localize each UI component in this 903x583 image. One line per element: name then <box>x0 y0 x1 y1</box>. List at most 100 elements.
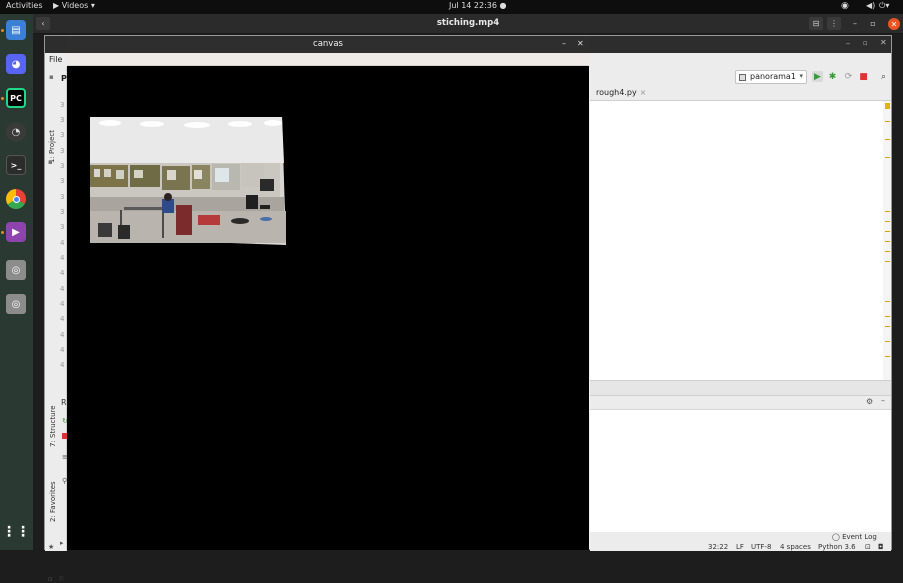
stitched-room-photo <box>90 117 286 245</box>
tab-label: rough4.py <box>596 88 637 97</box>
files-icon[interactable]: ▤ <box>6 20 26 40</box>
folder-icon: ▪ <box>48 158 53 166</box>
system-top-bar: Activities ▶ Videos ▾ Jul 14 22:36 ● ◉ ◀… <box>0 0 903 14</box>
activities-button[interactable]: Activities <box>6 1 43 10</box>
marker <box>885 241 890 242</box>
running-indicator <box>1 231 4 234</box>
show-apps-icon[interactable]: ⋮⋮ <box>2 522 30 542</box>
line-number: 3 <box>60 193 65 201</box>
line-number: 4 <box>60 315 65 323</box>
marker <box>885 341 890 342</box>
ide-minimize-icon[interactable]: – <box>846 39 850 48</box>
canvas-titlebar[interactable]: canvas – ✕ <box>67 36 589 53</box>
search-icon[interactable]: ⌕ <box>878 71 889 82</box>
menu-icon[interactable]: ⋮ <box>827 17 841 30</box>
terminal-icon[interactable]: >_ <box>6 155 26 175</box>
line-number: 4 <box>60 254 65 262</box>
marker <box>885 356 890 357</box>
app-menu[interactable]: ▶ Videos ▾ <box>53 1 95 10</box>
tab-close-icon[interactable]: × <box>640 88 647 97</box>
canvas-close-icon[interactable]: ✕ <box>577 39 584 48</box>
marker <box>885 261 890 262</box>
event-log-button[interactable]: ◯ Event Log <box>832 533 877 541</box>
ide-toolbar: panorama1 ▾ ▶ ✱ ⟳ ■ ⌕ <box>590 67 891 87</box>
structure-tool-tab[interactable]: 7: Structure <box>49 405 57 447</box>
close-icon[interactable]: ✕ <box>888 18 900 30</box>
menu-file[interactable]: File <box>49 55 62 64</box>
canvas-image-area[interactable] <box>67 66 589 550</box>
warning-marker[interactable] <box>885 103 890 109</box>
canvas-window: canvas – ✕ <box>67 36 589 550</box>
line-number: 4 <box>60 361 65 369</box>
discord-icon[interactable]: ◕ <box>6 54 26 74</box>
screenshot-icon[interactable]: ◔ <box>6 122 26 142</box>
marker <box>885 316 890 317</box>
video-title: stiching.mp4 <box>436 18 500 28</box>
stop-icon[interactable]: ■ <box>858 71 869 82</box>
canvas-title: canvas <box>313 39 343 49</box>
line-number: 4 <box>60 300 65 308</box>
favorites-tool-tab[interactable]: 2: Favorites <box>49 481 57 522</box>
discord-tray-icon[interactable]: ◉ <box>841 1 849 11</box>
folder-icon: ▪ <box>49 73 54 81</box>
canvas-minimize-icon[interactable]: – <box>562 39 566 48</box>
editor-tabs: rough4.py × <box>590 87 891 101</box>
event-log-bar: ◯ Event Log <box>590 532 891 543</box>
volume-icon[interactable]: ◀) <box>866 1 875 10</box>
line-number: 4 <box>60 285 65 293</box>
editor-scroll-markers[interactable] <box>883 101 891 380</box>
canvas-toolbar-strip <box>67 53 589 66</box>
panel-splitter[interactable] <box>590 380 891 396</box>
line-number: 4 <box>60 239 65 247</box>
hide-panel-icon[interactable]: – <box>881 396 885 405</box>
disk-icon[interactable]: ◎ <box>6 294 26 314</box>
line-number: 3 <box>60 131 65 139</box>
line-number: 3 <box>60 208 65 216</box>
ide-maximize-icon[interactable]: ▫ <box>863 39 868 47</box>
maximize-icon[interactable]: ▫ <box>866 17 880 30</box>
run-output-panel[interactable] <box>590 410 891 532</box>
videos-icon[interactable]: ▶ <box>6 222 26 242</box>
line-number: 3 <box>60 147 65 155</box>
running-indicator <box>1 97 4 100</box>
project-label: P <box>61 74 67 83</box>
coverage-icon[interactable]: ⟳ <box>843 71 854 82</box>
gear-icon[interactable]: ⚙ <box>866 397 873 406</box>
ide-close-icon[interactable]: ✕ <box>880 38 887 47</box>
marker <box>885 251 890 252</box>
video-player-header: ‹ stiching.mp4 ⊟ ⋮ – ▫ ✕ <box>33 14 903 34</box>
marker <box>885 211 890 212</box>
clock[interactable]: Jul 14 22:36 ● <box>449 1 507 10</box>
marker <box>885 231 890 232</box>
tab-rough4[interactable]: rough4.py × <box>596 88 646 97</box>
clock-label: Jul 14 22:36 <box>449 1 497 10</box>
python-config-icon <box>739 74 746 81</box>
bottom-arrow-icon[interactable]: ▸ <box>60 539 64 547</box>
line-number: 3 <box>60 162 65 170</box>
running-indicator <box>1 29 4 32</box>
event-log-label: Event Log <box>842 533 877 541</box>
line-number: 3 <box>60 116 65 124</box>
power-icon[interactable]: ⏻▾ <box>879 1 889 11</box>
run-config-label: panorama1 <box>750 72 796 81</box>
marker <box>885 121 890 122</box>
pycharm-icon[interactable]: PC <box>6 88 26 108</box>
run-icon[interactable]: ▶ <box>812 71 823 82</box>
line-number: 3 <box>60 223 65 231</box>
line-number: 4 <box>60 331 65 339</box>
run-config-selector[interactable]: panorama1 ▾ <box>735 70 807 84</box>
line-number-gutter: 3 3 3 3 3 3 3 3 3 4 4 4 4 4 4 4 4 4 <box>58 101 67 371</box>
marker <box>885 301 890 302</box>
status-run-label: R <box>59 575 64 583</box>
marker <box>885 326 890 327</box>
chevron-down-icon: ▾ <box>799 72 803 80</box>
code-editor[interactable] <box>590 101 883 380</box>
run-panel-header: ⚙ – <box>590 396 891 410</box>
subtitle-icon[interactable]: ⊟ <box>809 17 823 30</box>
disk-icon[interactable]: ◎ <box>6 260 26 280</box>
debug-icon[interactable]: ✱ <box>827 71 838 82</box>
minimize-icon[interactable]: – <box>848 17 862 30</box>
line-number: 4 <box>60 269 65 277</box>
chrome-icon[interactable] <box>6 189 26 209</box>
marker <box>885 139 890 140</box>
